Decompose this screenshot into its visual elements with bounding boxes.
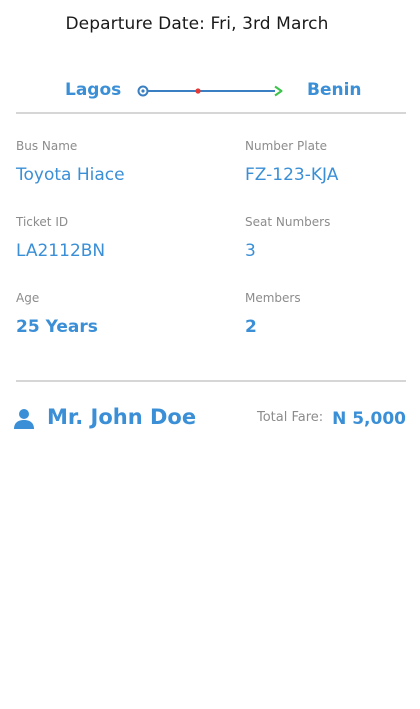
members-field: Members 2 — [245, 291, 301, 337]
person-icon — [14, 409, 34, 429]
midpoint-dot-icon — [195, 88, 201, 94]
departure-date: Departure Date: Fri, 3rd March — [65, 14, 329, 34]
ticket-id-field: Ticket ID LA2112BN — [16, 215, 105, 261]
bottom-divider — [16, 380, 406, 382]
number-plate-field: Number Plate FZ-123-KJA — [245, 139, 338, 185]
members-label: Members — [245, 291, 301, 305]
route-summary: Lagos Benin — [16, 78, 406, 104]
passenger-info: Mr. John Doe — [12, 403, 196, 431]
age-label: Age — [16, 291, 40, 305]
number-plate-value: FZ-123-KJA — [245, 165, 339, 185]
seat-numbers-label: Seat Numbers — [245, 215, 331, 229]
age-value: 25 Years — [16, 317, 98, 337]
bus-name-value: Toyota Hiace — [16, 165, 125, 185]
members-value: 2 — [245, 317, 257, 337]
origin-city: Lagos — [65, 80, 122, 100]
origin-ring-icon — [137, 85, 149, 97]
total-fare-value: N 5,000 — [332, 409, 406, 429]
destination-city: Benin — [307, 80, 362, 100]
ticket-id-label: Ticket ID — [16, 215, 69, 229]
bus-name-field: Bus Name Toyota Hiace — [16, 139, 125, 185]
seat-numbers-field: Seat Numbers 3 — [245, 215, 330, 261]
top-divider — [16, 112, 406, 114]
ticket-id-value: LA2112BN — [16, 241, 106, 261]
bus-name-label: Bus Name — [16, 139, 78, 153]
route-line — [137, 85, 283, 97]
total-fare-label: Total Fare: — [257, 410, 324, 425]
arrowhead-icon — [274, 85, 283, 97]
seat-numbers-value: 3 — [245, 241, 256, 261]
number-plate-label: Number Plate — [245, 139, 328, 153]
passenger-name: Mr. John Doe — [47, 405, 197, 429]
age-field: Age 25 Years — [16, 291, 98, 337]
